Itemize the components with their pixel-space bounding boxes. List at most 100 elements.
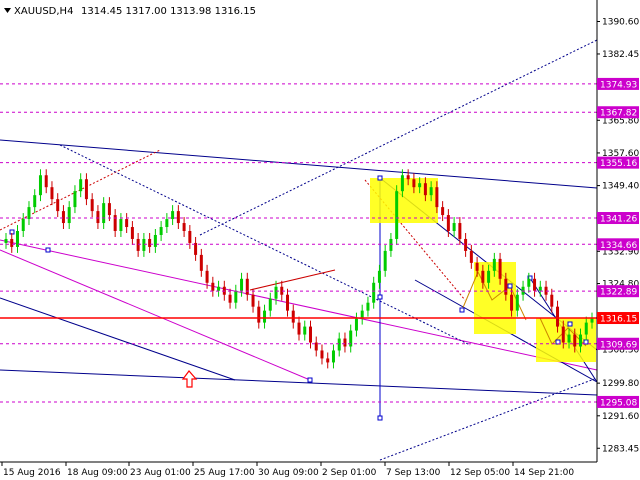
candle-body <box>211 282 215 291</box>
candle-body <box>567 334 571 343</box>
price-label: 1309.69 <box>600 340 637 350</box>
y-tick-label: 1291.60 <box>602 412 639 422</box>
candle-body <box>159 227 163 235</box>
candle-body <box>331 350 335 363</box>
y-tick-label: 1299.80 <box>602 379 639 389</box>
candle-body <box>435 187 439 208</box>
candle-body <box>176 211 180 224</box>
candle-body <box>38 175 42 196</box>
x-tick-label: 14 Sep 21:00 <box>514 468 574 478</box>
candle-body <box>274 286 278 299</box>
candle-body <box>286 294 290 311</box>
candle-body <box>573 334 577 347</box>
price-label: 1334.66 <box>600 241 637 251</box>
highlight-box <box>370 178 438 223</box>
candle-body <box>130 227 134 239</box>
marker-square <box>507 283 513 289</box>
candle-body <box>389 238 393 251</box>
candle-body <box>171 211 175 220</box>
candle-body <box>142 238 146 251</box>
candle-body <box>326 358 330 363</box>
candle-body <box>125 219 129 228</box>
x-tick-label: 18 Aug 09:00 <box>67 468 128 478</box>
price-label: 1374.93 <box>600 80 637 90</box>
price-label: 1295.08 <box>600 398 637 408</box>
price-label: 1322.89 <box>600 288 637 298</box>
candle-body <box>291 310 295 323</box>
y-tick-label: 1349.40 <box>602 182 639 192</box>
candle-body <box>96 211 100 224</box>
candle-body <box>257 306 261 323</box>
marker-square <box>377 175 383 181</box>
candle-body <box>61 211 65 224</box>
candle-body <box>400 175 404 192</box>
candle-body <box>188 231 192 243</box>
marker-square <box>377 294 383 300</box>
candle-body <box>314 342 318 351</box>
candle-body <box>527 278 531 287</box>
candle-body <box>487 270 491 283</box>
candle-body <box>153 234 157 247</box>
candle-body <box>148 238 152 247</box>
candle-body <box>377 270 381 283</box>
candle-body <box>56 199 60 212</box>
candle-body <box>297 322 301 335</box>
candle-body <box>165 219 169 228</box>
candle-body <box>50 187 54 200</box>
x-tick-label: 2 Sep 01:00 <box>322 468 377 478</box>
candle-body <box>90 199 94 212</box>
candle-body <box>199 254 203 271</box>
candle-body <box>423 183 427 196</box>
candle-body <box>107 203 111 216</box>
x-tick-label: 23 Aug 01:00 <box>130 468 191 478</box>
candle-body <box>561 326 565 343</box>
candle-body <box>492 258 496 271</box>
candle-body <box>21 219 25 231</box>
candle-body <box>136 238 140 251</box>
candle-body <box>245 278 249 295</box>
candle-body <box>73 191 77 208</box>
candle-body <box>469 250 473 263</box>
candle-body <box>550 294 554 307</box>
candle-body <box>320 350 324 359</box>
candle-body <box>412 179 416 188</box>
x-tick-label: 30 Aug 09:00 <box>258 468 319 478</box>
price-label: 1367.82 <box>600 109 637 119</box>
candle-body <box>44 175 48 188</box>
marker-square <box>307 377 313 383</box>
marker-square <box>567 321 573 327</box>
marker-square <box>459 307 465 313</box>
y-tick-label: 1283.45 <box>602 444 639 454</box>
y-tick-label: 1382.45 <box>602 50 639 60</box>
candle-body <box>79 179 83 192</box>
symbol-label: XAUUSD,H4 <box>14 6 73 17</box>
candle-body <box>590 318 594 323</box>
candle-body <box>584 322 588 335</box>
price-label: 1341.26 <box>600 215 637 225</box>
candle-body <box>464 238 468 251</box>
candle-body <box>113 215 117 231</box>
candle-body <box>418 183 422 188</box>
chart-background <box>0 0 640 480</box>
candle-body <box>303 326 307 335</box>
candle-body <box>510 294 514 311</box>
price-label: 1316.15 <box>600 315 637 325</box>
price-chart: 1390.601382.451365.801357.601349.401332.… <box>0 0 640 480</box>
candle-body <box>498 258 502 279</box>
candle-body <box>4 238 8 243</box>
candle-body <box>27 207 31 220</box>
candle-body <box>383 250 387 271</box>
candle-body <box>10 238 14 247</box>
candle-body <box>240 278 244 291</box>
candle-body <box>343 338 347 347</box>
marker-square <box>377 415 383 421</box>
chart-window: 1390.60 1382.45 1365.80 1357.60 1349.40 1332.… <box>0 0 640 480</box>
candle-body <box>452 223 456 231</box>
x-tick-label: 7 Sep 13:00 <box>386 468 441 478</box>
candle-body <box>406 175 410 180</box>
candle-body <box>102 203 106 224</box>
price-label: 1355.16 <box>600 159 637 169</box>
candle-body <box>533 278 537 291</box>
candle-body <box>67 207 71 224</box>
x-tick-label: 15 Aug 2016 <box>3 468 61 478</box>
